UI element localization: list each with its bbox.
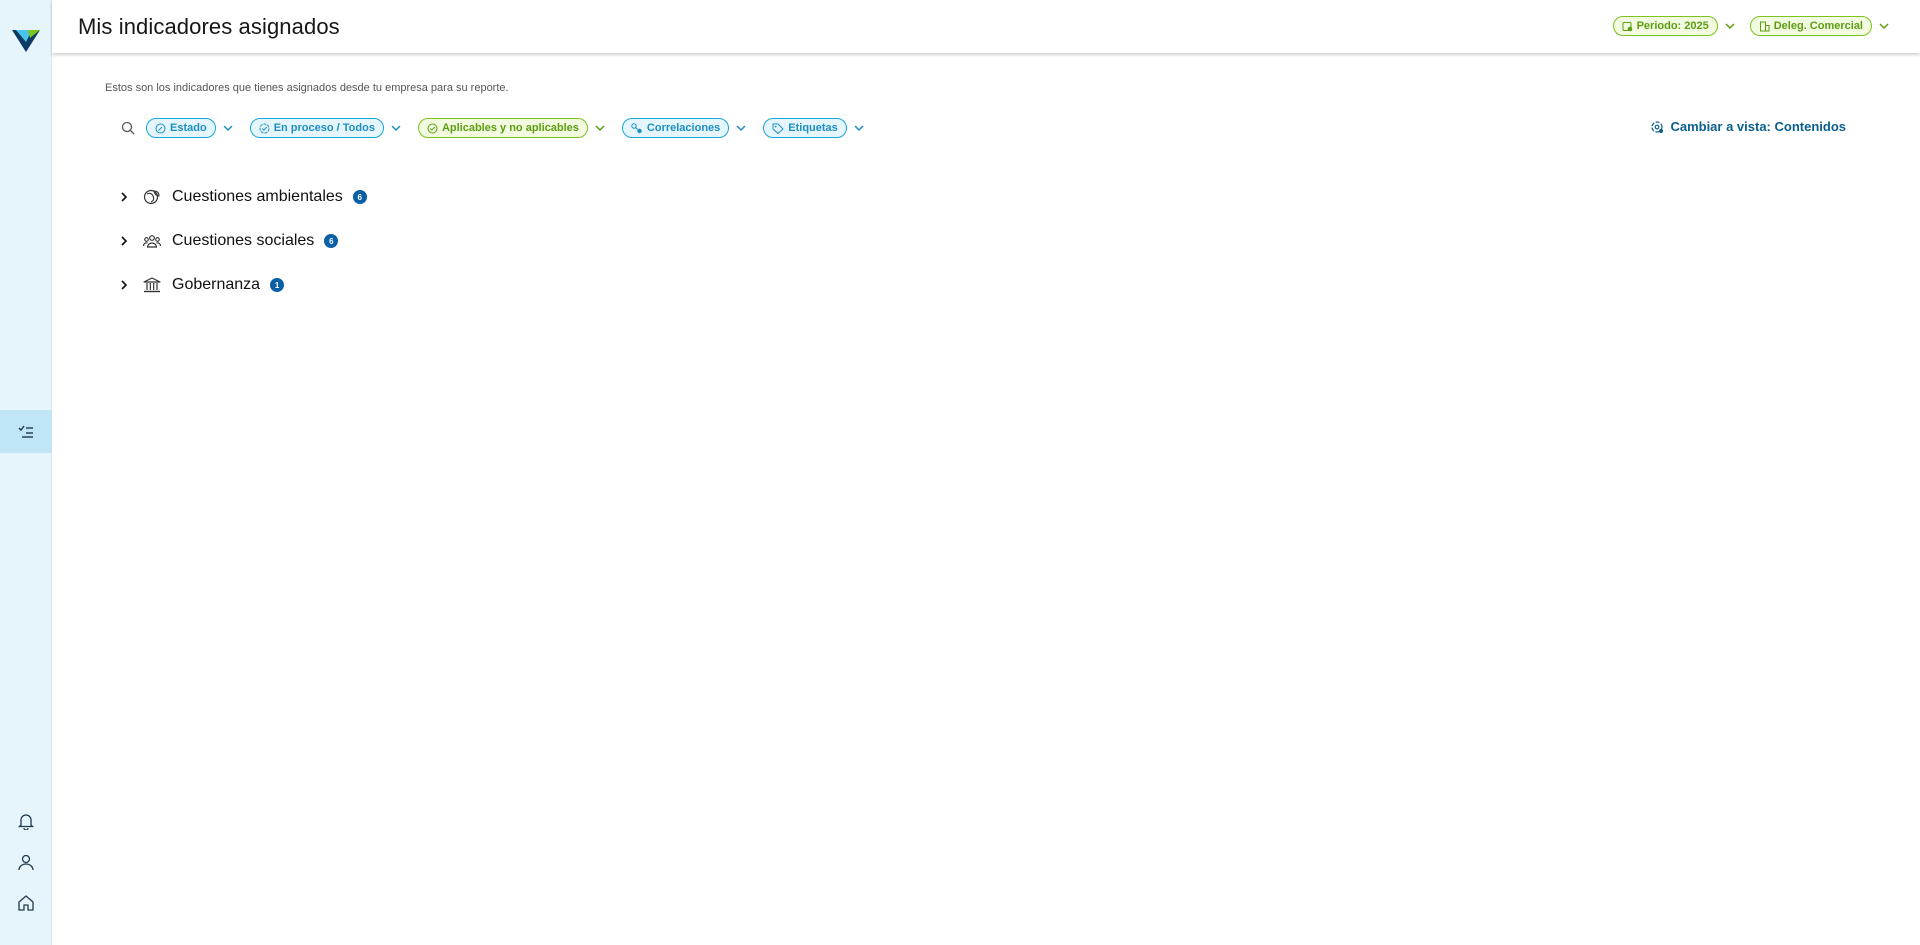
page-title: Mis indicadores asignados	[78, 14, 340, 39]
building-icon	[1759, 21, 1770, 31]
check-circle-icon	[427, 123, 438, 133]
sidebar-item-indicators[interactable]	[0, 410, 52, 453]
profile-button[interactable]	[13, 849, 39, 875]
chevron-down-icon[interactable]	[222, 122, 234, 134]
filter-label: Etiquetas	[788, 122, 838, 134]
period-selector: Periodo: 2025	[1612, 16, 1736, 36]
bell-icon	[17, 814, 35, 830]
sidebar	[0, 0, 52, 945]
filter-etiquetas-pill[interactable]: Etiquetas	[763, 118, 847, 138]
change-view-button[interactable]: Cambiar a vista: Contenidos	[1650, 119, 1846, 134]
switch-view-icon	[1651, 120, 1664, 133]
environment-icon	[143, 189, 160, 205]
filter-aplicables: Aplicables y no aplicables	[417, 118, 606, 138]
category-row-sociales[interactable]: Cuestiones sociales 6	[118, 219, 367, 263]
chevron-down-icon[interactable]	[594, 122, 606, 134]
edit-circle-icon	[155, 123, 166, 133]
category-row-gobernanza[interactable]: Gobernanza 1	[118, 263, 367, 307]
chevron-right-icon[interactable]	[118, 235, 130, 247]
filter-label: En proceso / Todos	[273, 122, 375, 134]
filter-label: Correlaciones	[646, 122, 721, 134]
filter-correlaciones: Correlaciones	[621, 118, 747, 138]
filter-bar: Estado En proceso / Todos Aplicables y n…	[120, 118, 881, 138]
category-label: Cuestiones ambientales	[172, 188, 343, 205]
period-pill[interactable]: Periodo: 2025	[1612, 16, 1718, 36]
calendar-icon	[1622, 21, 1632, 31]
filter-etiquetas: Etiquetas	[763, 118, 865, 138]
top-header: Mis indicadores asignados Periodo: 2025 …	[52, 0, 1920, 53]
filter-estado-pill[interactable]: Estado	[146, 118, 216, 138]
home-icon	[18, 895, 34, 911]
filter-proceso-pill[interactable]: En proceso / Todos	[249, 118, 384, 138]
people-icon	[142, 235, 162, 248]
category-row-ambientales[interactable]: Cuestiones ambientales 6	[118, 175, 367, 219]
category-label: Gobernanza	[172, 276, 261, 293]
filter-proceso: En proceso / Todos	[249, 118, 402, 138]
chevron-down-icon[interactable]	[390, 122, 402, 134]
chevron-down-icon[interactable]	[1724, 20, 1736, 32]
checklist-icon	[18, 425, 33, 438]
tag-icon	[772, 123, 784, 134]
chevron-down-icon[interactable]	[1878, 20, 1890, 32]
filter-correlaciones-pill[interactable]: Correlaciones	[621, 118, 730, 138]
check-circle-icon	[259, 123, 270, 133]
count-badge: 6	[324, 234, 339, 248]
header-selectors: Periodo: 2025 Deleg. Comercial	[1612, 16, 1890, 36]
home-button[interactable]	[13, 890, 39, 916]
filter-aplicables-pill[interactable]: Aplicables y no aplicables	[417, 118, 588, 138]
chevron-down-icon[interactable]	[853, 122, 865, 134]
intro-text: Estos son los indicadores que tienes asi…	[105, 82, 509, 94]
link-nodes-icon	[631, 122, 642, 133]
search-icon[interactable]	[120, 120, 136, 136]
period-label: Periodo: 2025	[1636, 20, 1709, 32]
app-logo[interactable]	[12, 28, 40, 52]
filter-label: Estado	[170, 122, 207, 134]
delegation-pill[interactable]: Deleg. Comercial	[1749, 16, 1872, 36]
change-view-label: Cambiar a vista: Contenidos	[1670, 119, 1846, 134]
chevron-right-icon[interactable]	[118, 279, 130, 291]
filter-label: Aplicables y no aplicables	[441, 122, 579, 134]
count-badge: 6	[352, 190, 367, 204]
category-label: Cuestiones sociales	[172, 232, 315, 249]
institution-icon	[143, 277, 161, 293]
category-tree: Cuestiones ambientales 6 Cuestiones soci…	[118, 175, 367, 307]
chevron-right-icon[interactable]	[118, 191, 130, 203]
chevron-down-icon[interactable]	[735, 122, 747, 134]
delegation-label: Deleg. Comercial	[1773, 20, 1863, 32]
notifications-button[interactable]	[13, 808, 39, 834]
delegation-selector: Deleg. Comercial	[1749, 16, 1890, 36]
filter-estado: Estado	[146, 118, 234, 138]
count-badge: 1	[270, 278, 285, 292]
user-icon	[18, 854, 34, 871]
